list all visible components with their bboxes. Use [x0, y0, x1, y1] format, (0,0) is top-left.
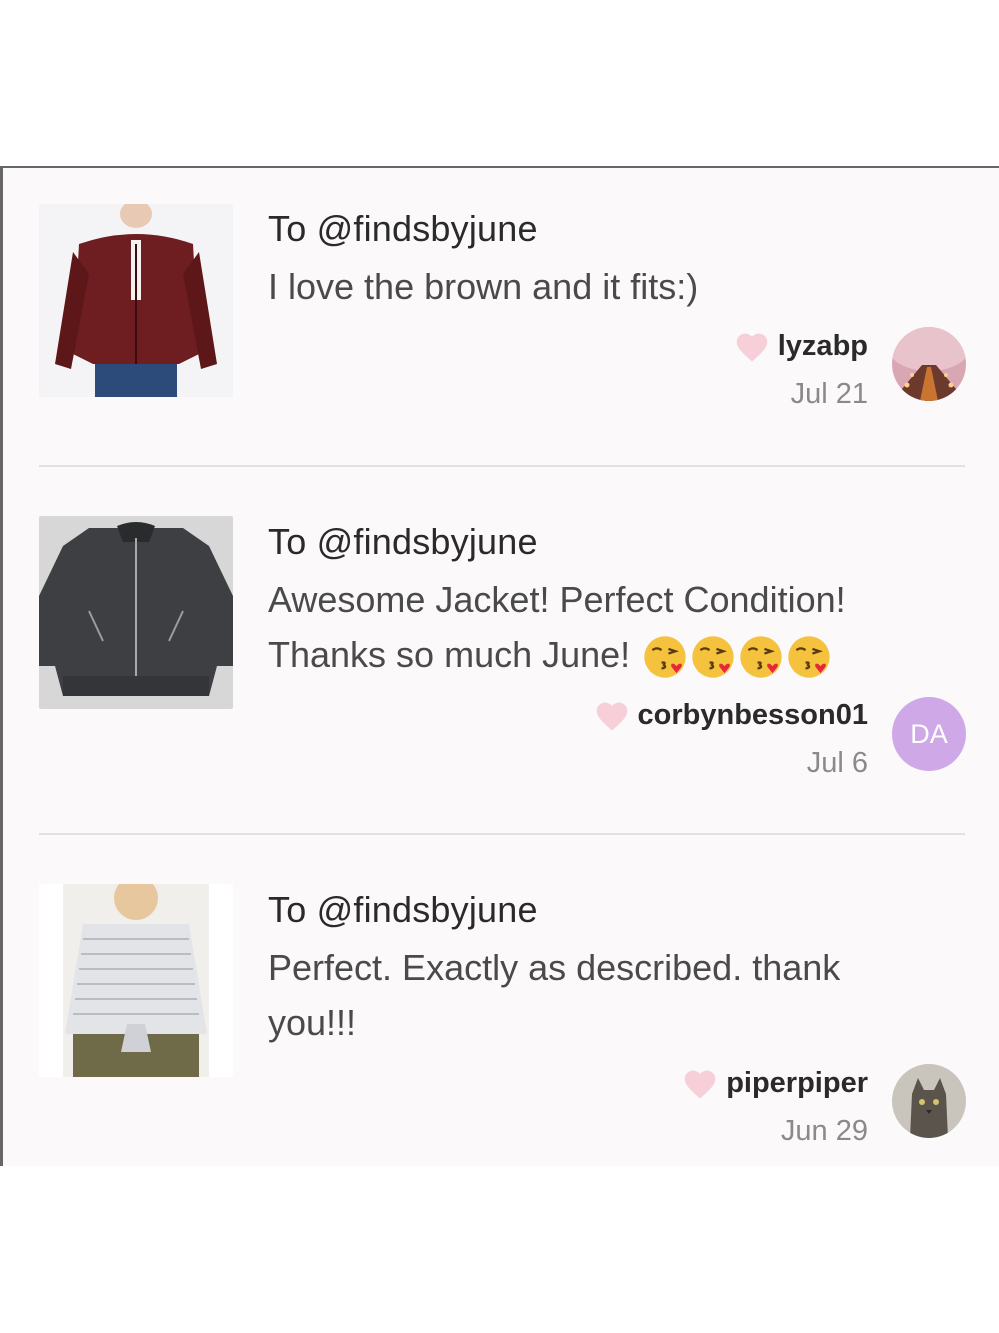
review-recipient: To @findsbyjune — [268, 889, 538, 930]
reviews-panel: To @findsbyjune I love the brown and it … — [0, 166, 999, 1166]
review-message-line: Perfect. Exactly as described. thank — [268, 947, 841, 988]
review-date: Jun 29 — [780, 1115, 868, 1147]
review-message-line: you!!! — [268, 1002, 357, 1043]
reviewer-username[interactable]: lyzabp — [778, 330, 868, 363]
listing-thumbnail[interactable] — [39, 884, 233, 1077]
review-recipient: To @findsbyjune — [268, 208, 538, 249]
divider — [39, 833, 965, 835]
reviewer-username[interactable]: corbynbesson01 — [638, 699, 868, 732]
maroon-leather-jacket-photo — [39, 204, 233, 397]
review-message: Perfect. Exactly as described. thank you… — [268, 940, 968, 1050]
avatar[interactable]: DA — [892, 697, 966, 771]
reviewer-row: corbynbesson01 — [594, 699, 868, 732]
review-message: Awesome Jacket! Perfect Condition! Thank… — [268, 572, 968, 682]
review-message-line: Awesome Jacket! Perfect Condition! — [268, 579, 846, 620]
avatar[interactable] — [892, 1064, 966, 1138]
reviewer-username[interactable]: piperpiper — [726, 1067, 868, 1100]
avatar[interactable] — [892, 327, 966, 401]
listing-thumbnail[interactable] — [39, 204, 233, 397]
kissing-heart-emoji — [740, 636, 782, 679]
dark-gray-leather-jacket-photo — [39, 516, 233, 709]
kissing-heart-emoji — [644, 636, 686, 679]
review-message: I love the brown and it fits:) — [268, 266, 699, 307]
review-message-text: Thanks so much June! — [268, 634, 631, 675]
review-date: Jul 6 — [806, 747, 868, 779]
reviewer-row: piperpiper — [682, 1067, 868, 1100]
cat-photo — [892, 1064, 966, 1138]
striped-tie-front-top-photo — [39, 884, 233, 1077]
kissing-heart-emoji — [788, 636, 830, 679]
review-recipient: To @findsbyjune — [268, 521, 538, 562]
reviewer-row: lyzabp — [734, 330, 868, 363]
kissing-heart-emoji — [692, 636, 734, 679]
listing-thumbnail[interactable] — [39, 516, 233, 709]
heart-icon[interactable] — [682, 1068, 718, 1100]
emoji-row — [640, 634, 832, 679]
heart-icon[interactable] — [734, 331, 770, 363]
cherry-blossom-path-photo — [892, 327, 966, 401]
review-date: Jul 21 — [790, 378, 868, 410]
review-message-line: Thanks so much June! — [268, 627, 968, 682]
heart-icon[interactable] — [594, 700, 630, 732]
divider — [39, 465, 965, 467]
